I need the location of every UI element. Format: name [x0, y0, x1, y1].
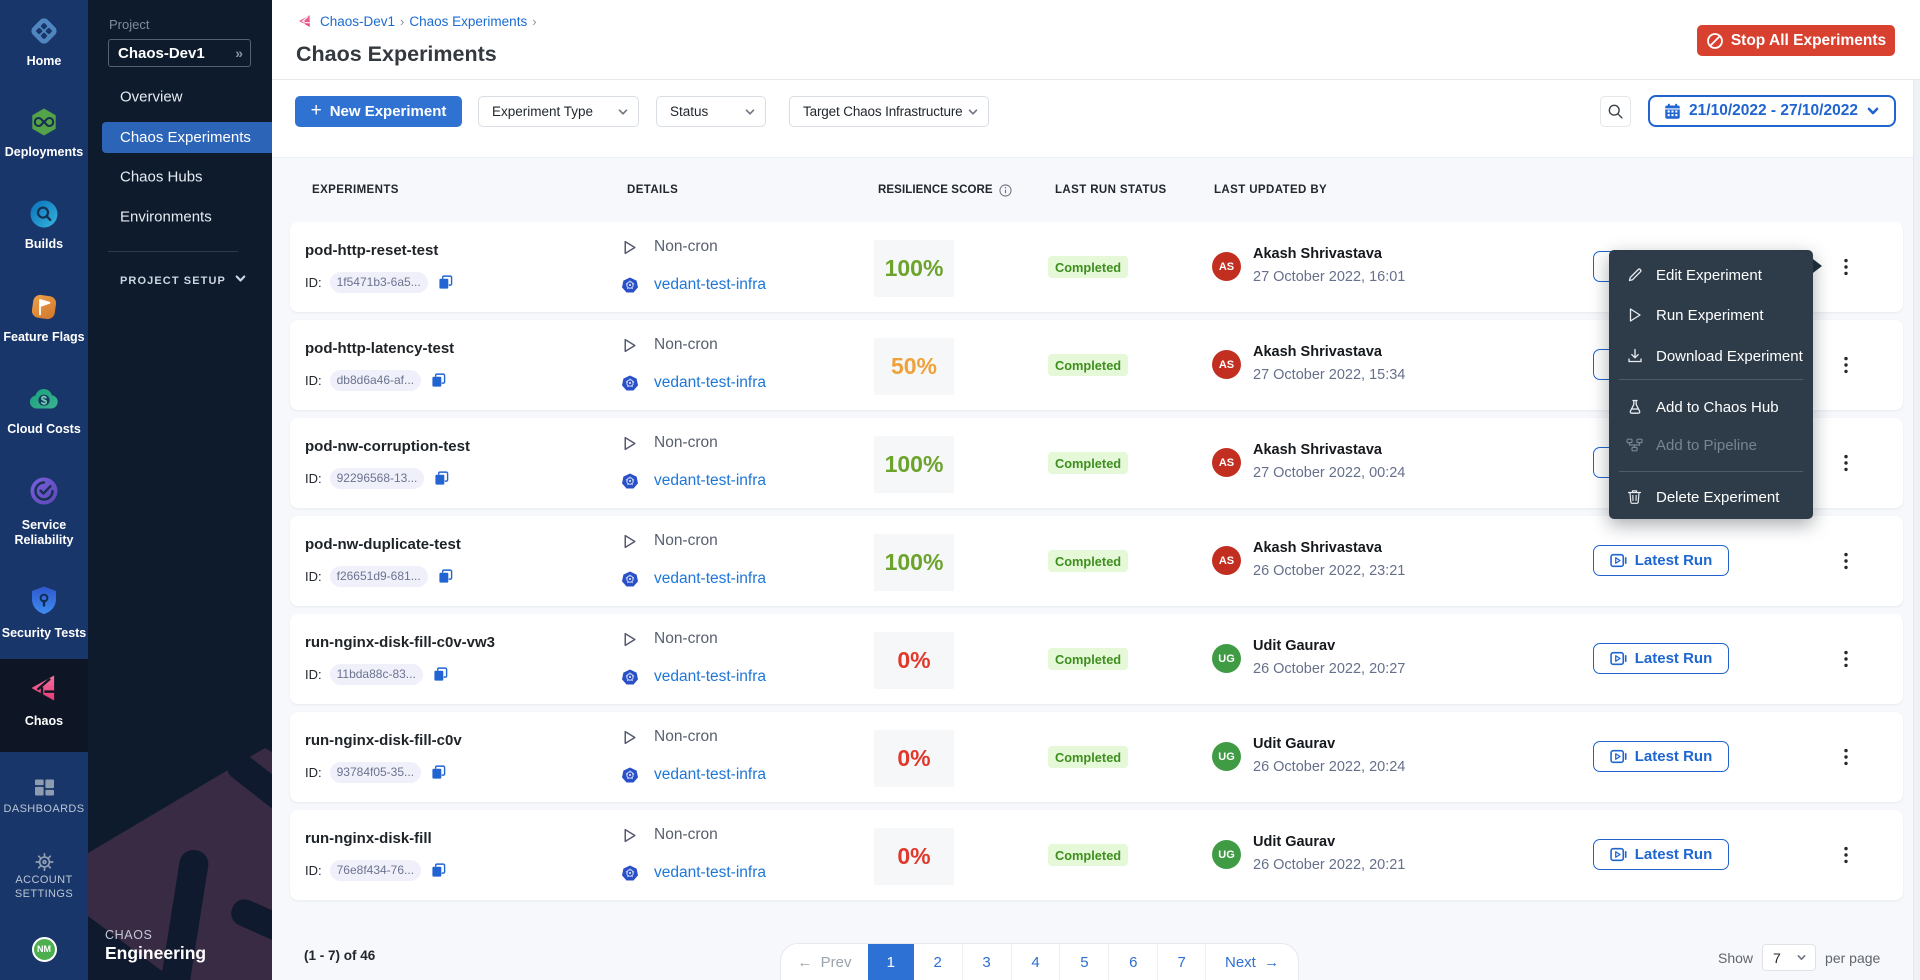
svg-text:$: $	[41, 395, 48, 407]
